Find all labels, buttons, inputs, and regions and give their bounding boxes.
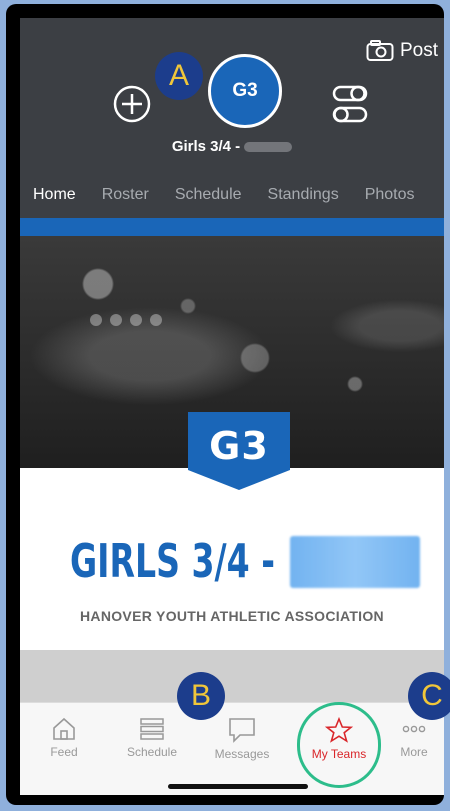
tab-standings[interactable]: Standings: [255, 180, 352, 218]
team-title: GIRLS 3/4 -: [70, 534, 275, 588]
callout-a: A: [155, 52, 203, 100]
post-button[interactable]: Post: [366, 40, 438, 62]
tabbar-item-messages[interactable]: Messages: [200, 717, 284, 761]
team-header: Post G3 Girls 3/4 - Home Roster Schedule…: [20, 18, 444, 223]
camera-icon: [366, 40, 394, 61]
team-name-text: Girls 3/4 -: [171, 138, 241, 155]
home-indicator: [168, 784, 308, 789]
team-avatar[interactable]: G3: [208, 54, 282, 128]
tab-schedule[interactable]: Schedule: [162, 180, 255, 218]
callout-c: C: [408, 672, 450, 720]
content-divider: [20, 650, 444, 702]
redacted-name: [244, 142, 293, 153]
home-icon: [53, 717, 75, 740]
tab-photos[interactable]: Photos: [352, 180, 428, 218]
tabbar-item-feed[interactable]: Feed: [22, 717, 106, 759]
association-name: HANOVER YOUTH ATHLETIC ASSOCIATION: [80, 608, 384, 624]
tab-home[interactable]: Home: [20, 180, 89, 223]
toggle-settings-icon[interactable]: [331, 82, 369, 126]
tabbar-label: Feed: [50, 745, 78, 759]
accent-bar: [20, 218, 444, 236]
tabbar-label: More: [400, 745, 428, 759]
phone-frame: Post G3 Girls 3/4 - Home Roster Schedule…: [6, 4, 444, 805]
team-name: Girls 3/4 -: [20, 138, 444, 155]
redacted-title: [290, 536, 420, 588]
light-dots: [90, 314, 162, 326]
tabbar-label: Messages: [214, 747, 270, 761]
callout-b: B: [177, 672, 225, 720]
app-screen: Post G3 Girls 3/4 - Home Roster Schedule…: [20, 18, 444, 795]
add-circle-icon[interactable]: [112, 84, 152, 124]
chat-bubble-icon: [229, 718, 255, 743]
badge-text: G3: [209, 424, 269, 468]
post-label: Post: [399, 40, 438, 61]
tabbar-label: Schedule: [126, 745, 178, 759]
tabbar-item-more[interactable]: More: [372, 717, 444, 759]
list-icon: [140, 718, 164, 740]
my-teams-highlight-circle: [297, 702, 381, 788]
team-badge: G3: [188, 412, 290, 490]
team-tabs: Home Roster Schedule Standings Photos: [20, 180, 444, 223]
more-dots-icon: [402, 725, 426, 733]
tabbar-item-schedule[interactable]: Schedule: [110, 717, 194, 759]
tab-roster[interactable]: Roster: [89, 180, 162, 218]
